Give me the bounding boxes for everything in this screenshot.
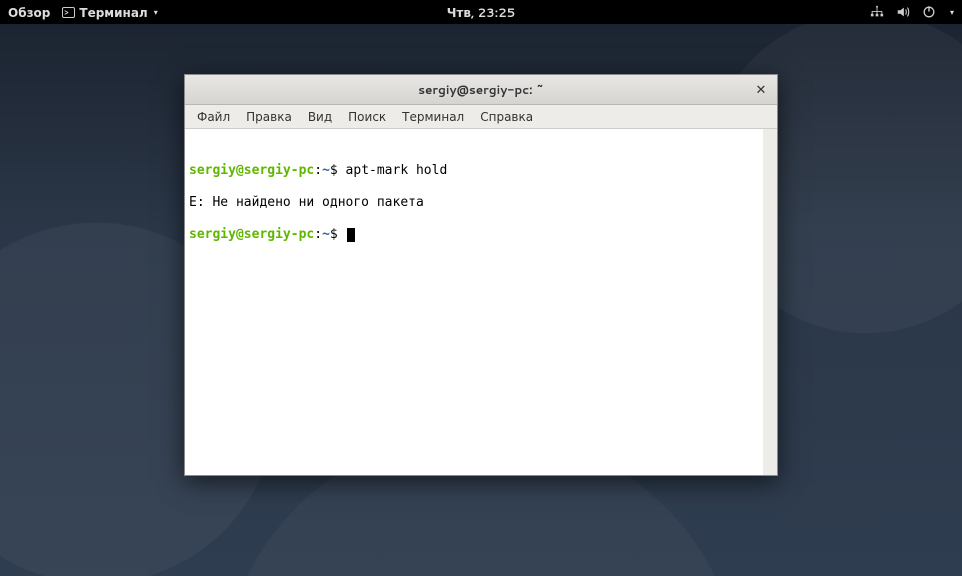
command-text [338, 227, 346, 242]
close-icon: ✕ [756, 81, 767, 99]
app-menu[interactable]: Терминал ▾ [62, 4, 157, 21]
network-icon[interactable] [870, 5, 884, 19]
cursor [347, 228, 355, 242]
activities-button[interactable]: Обзор [8, 4, 50, 21]
window-titlebar[interactable]: sergiy@sergiy-pc: ~ ✕ [185, 75, 777, 105]
menu-edit[interactable]: Правка [238, 105, 300, 128]
volume-icon[interactable] [896, 5, 910, 19]
prompt-path: ~ [322, 163, 330, 178]
app-menu-label: Терминал [79, 4, 147, 21]
power-icon[interactable] [922, 5, 936, 19]
menu-view[interactable]: Вид [300, 105, 340, 128]
system-menu-chevron-icon[interactable]: ▾ [950, 6, 954, 18]
terminal-line: sergiy@sergiy-pc:~$ apt-mark hold [189, 163, 759, 179]
prompt-dollar: $ [330, 227, 338, 242]
window-title: sergiy@sergiy-pc: ~ [418, 81, 544, 98]
scrollbar[interactable] [764, 130, 776, 475]
command-text: apt-mark hold [338, 163, 448, 178]
menu-search[interactable]: Поиск [340, 105, 394, 128]
menu-terminal[interactable]: Терминал [394, 105, 472, 128]
terminal-icon [62, 7, 75, 18]
clock[interactable]: Чтв, 23:25 [447, 4, 516, 21]
terminal-area[interactable]: sergiy@sergiy-pc:~$ apt-mark hold E: Не … [185, 129, 777, 475]
terminal-output: E: Не найдено ни одного пакета [189, 195, 759, 211]
chevron-down-icon: ▾ [154, 6, 158, 18]
menu-help[interactable]: Справка [472, 105, 541, 128]
menu-file[interactable]: Файл [189, 105, 238, 128]
gnome-topbar: Обзор Терминал ▾ Чтв, 23:25 ▾ [0, 0, 962, 24]
terminal-window: sergiy@sergiy-pc: ~ ✕ Файл Правка Вид По… [184, 74, 778, 476]
menubar: Файл Правка Вид Поиск Терминал Справка [185, 105, 777, 129]
prompt-path: ~ [322, 227, 330, 242]
close-button[interactable]: ✕ [751, 80, 771, 100]
prompt-user: sergiy@sergiy-pc [189, 227, 314, 242]
terminal-line: sergiy@sergiy-pc:~$ [189, 227, 759, 243]
prompt-user: sergiy@sergiy-pc [189, 163, 314, 178]
prompt-dollar: $ [330, 163, 338, 178]
